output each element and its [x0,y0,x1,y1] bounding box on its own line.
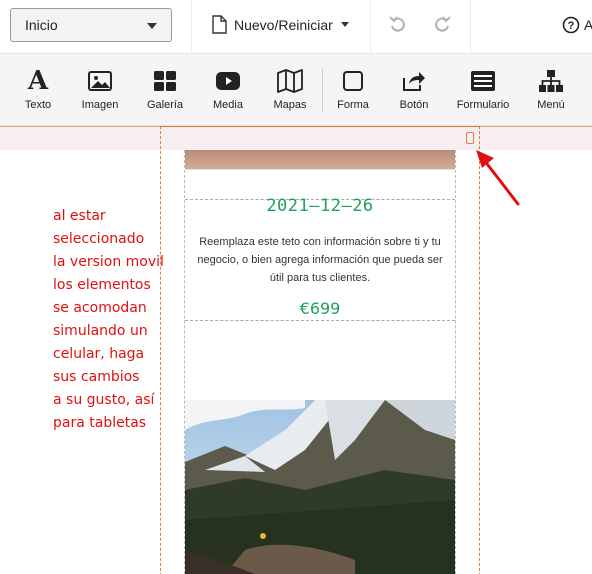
new-reset-label: Nuevo/Reiniciar [234,17,333,33]
form-icon [470,68,496,94]
tool-media[interactable]: Media [198,54,258,126]
tool-text[interactable]: A Texto [8,54,68,126]
tool-image[interactable]: Imagen [70,54,130,126]
new-reset-button[interactable]: Nuevo/Reiniciar [212,14,349,36]
top-bar: Inicio Nuevo/Reiniciar ? A [0,0,592,54]
annotation-text: al estar seleccionado la version movil l… [53,205,183,435]
help-button[interactable]: ? A [562,14,592,36]
page-select[interactable]: Inicio [10,8,172,42]
annotation-line: a su gusto, así [53,392,155,408]
annotation-line: seleccionado [53,231,145,247]
text-icon: A [27,66,49,96]
annotation-line: simulando un [53,323,148,339]
page-select-value: Inicio [25,17,58,33]
redo-icon[interactable] [432,14,452,34]
help-label: A [584,17,592,33]
image-icon [87,68,113,94]
tool-label: Galería [146,99,184,111]
divider [185,169,455,170]
tool-label: Mapas [273,99,307,111]
share-button-icon [401,68,427,94]
date-text[interactable]: 2021–12–26 [185,196,455,216]
price-text[interactable]: €699 [185,299,455,318]
tool-label: Menú [537,99,565,111]
description-text[interactable]: Reemplaza este teto con información sobr… [190,233,450,287]
tool-gallery[interactable]: Galería [135,54,195,126]
image-block-top[interactable] [185,150,455,169]
media-icon [215,68,241,94]
tool-menu[interactable]: Menú [521,54,581,126]
gallery-icon [152,68,178,94]
map-icon [277,68,303,94]
annotation-line: celular, haga [53,346,145,362]
tool-label: Botón [399,99,429,111]
tool-maps[interactable]: Mapas [260,54,320,126]
tool-form[interactable]: Formulario [453,54,513,126]
divider [191,0,192,54]
undo-icon[interactable] [388,14,408,34]
help-icon: ? [562,16,580,34]
tool-label: Formulario [456,99,510,111]
chevron-down-icon [147,23,157,29]
divider [370,0,371,54]
annotation-line: se acomodan [53,300,147,316]
red-arrow-annotation [476,150,520,206]
svg-text:?: ? [568,20,575,32]
divider [470,0,471,54]
mountain-photo[interactable] [185,400,455,574]
sitemap-icon [538,68,564,94]
document-icon [212,15,227,34]
tool-button[interactable]: Botón [384,54,444,126]
tool-shape[interactable]: Forma [323,54,383,126]
elements-toolbar: A Texto Imagen Galería Media Mapas Forma [0,54,592,126]
shape-icon [340,68,366,94]
annotation-line: sus cambios [53,369,140,385]
annotation-line: los elementos [53,277,151,293]
text-block-border [185,320,455,321]
chevron-down-icon [340,22,349,27]
annotation-line: al estar [53,208,106,224]
annotation-line: la version movil [53,254,164,270]
annotation-line: para tabletas [53,415,147,431]
tool-label: Imagen [81,99,119,111]
